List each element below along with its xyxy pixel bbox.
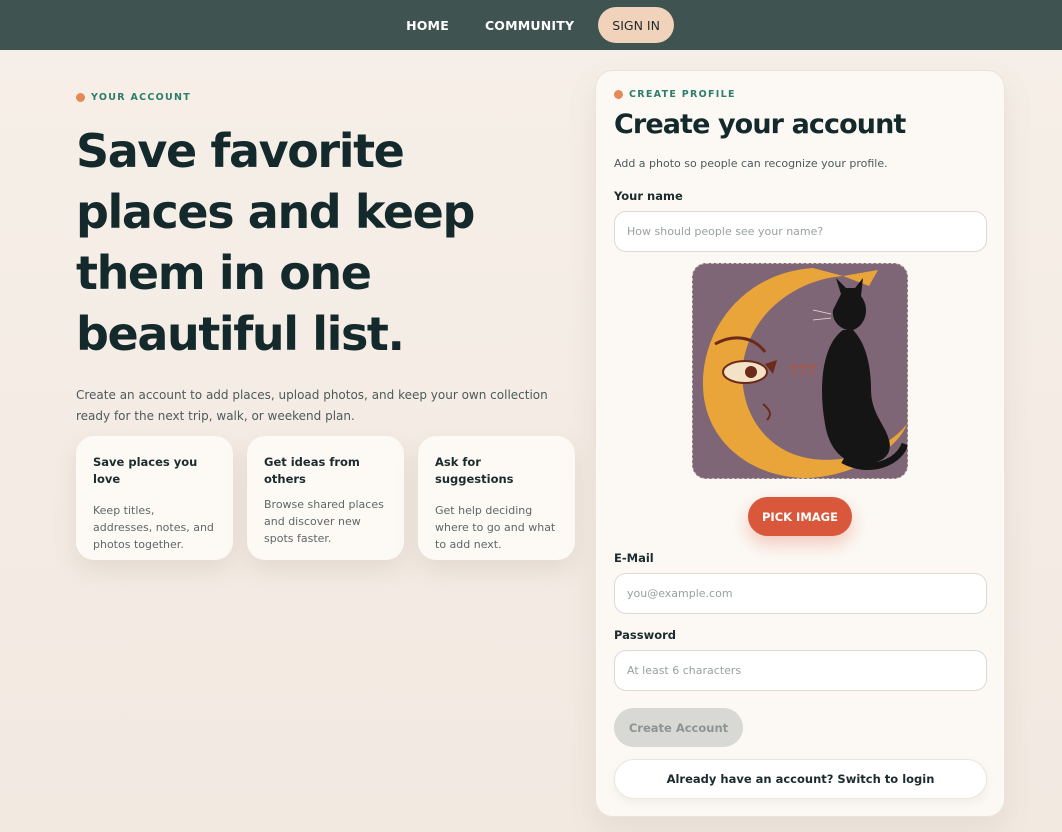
form-eyebrow-label: CREATE PROFILE	[629, 89, 736, 100]
svg-text:777: 777	[789, 364, 816, 380]
form-subtitle: Add a photo so people can recognize your…	[614, 157, 888, 170]
feature-card-body: Keep titles, addresses, notes, and photo…	[93, 504, 214, 551]
top-nav-bar: HOME COMMUNITY SIGN IN	[0, 0, 1062, 50]
password-label: Password	[614, 628, 676, 642]
switch-to-login-button[interactable]: Already have an account? Switch to login	[614, 759, 987, 799]
hero-eyebrow-label: YOUR ACCOUNT	[91, 92, 192, 103]
feature-card-body: Get help deciding where to go and what t…	[435, 504, 556, 551]
nav-community-link[interactable]: COMMUNITY	[467, 18, 592, 33]
feature-card: Save places you love Keep titles, addres…	[76, 436, 233, 560]
create-account-button[interactable]: Create Account	[614, 708, 743, 747]
name-label: Your name	[614, 189, 683, 203]
feature-card-title: Ask for suggestions	[435, 455, 514, 486]
nav-home-link[interactable]: HOME	[388, 18, 467, 33]
profile-image-preview: 777	[692, 263, 908, 479]
form-eyebrow: CREATE PROFILE	[614, 89, 736, 100]
moon-cat-illustration: 777	[693, 264, 907, 478]
hero-description: Create an account to add places, upload …	[76, 388, 548, 423]
feature-card-title: Save places you love	[93, 455, 198, 486]
feature-card-body: Browse shared places and discover new sp…	[264, 498, 384, 545]
feature-card: Get ideas from others Browse shared plac…	[247, 436, 404, 560]
password-input[interactable]	[614, 650, 987, 691]
email-input[interactable]	[614, 573, 987, 614]
accent-dot-icon	[614, 90, 623, 99]
email-label: E-Mail	[614, 551, 654, 565]
form-title: Create your account	[614, 109, 906, 140]
pick-image-button[interactable]: PICK IMAGE	[748, 497, 852, 536]
feature-card-title: Get ideas from others	[264, 455, 360, 486]
accent-dot-icon	[76, 93, 85, 102]
hero-eyebrow: YOUR ACCOUNT	[76, 92, 586, 103]
nav-sign-in-button[interactable]: SIGN IN	[598, 7, 674, 43]
feature-card: Ask for suggestions Get help deciding wh…	[418, 436, 575, 560]
feature-cards: Save places you love Keep titles, addres…	[76, 436, 575, 560]
hero-section: YOUR ACCOUNT Save favorite places and ke…	[76, 92, 586, 427]
create-profile-panel: CREATE PROFILE Create your account Add a…	[595, 70, 1005, 817]
name-input[interactable]	[614, 211, 987, 252]
hero-title: Save favorite places and keep them in on…	[76, 124, 475, 361]
